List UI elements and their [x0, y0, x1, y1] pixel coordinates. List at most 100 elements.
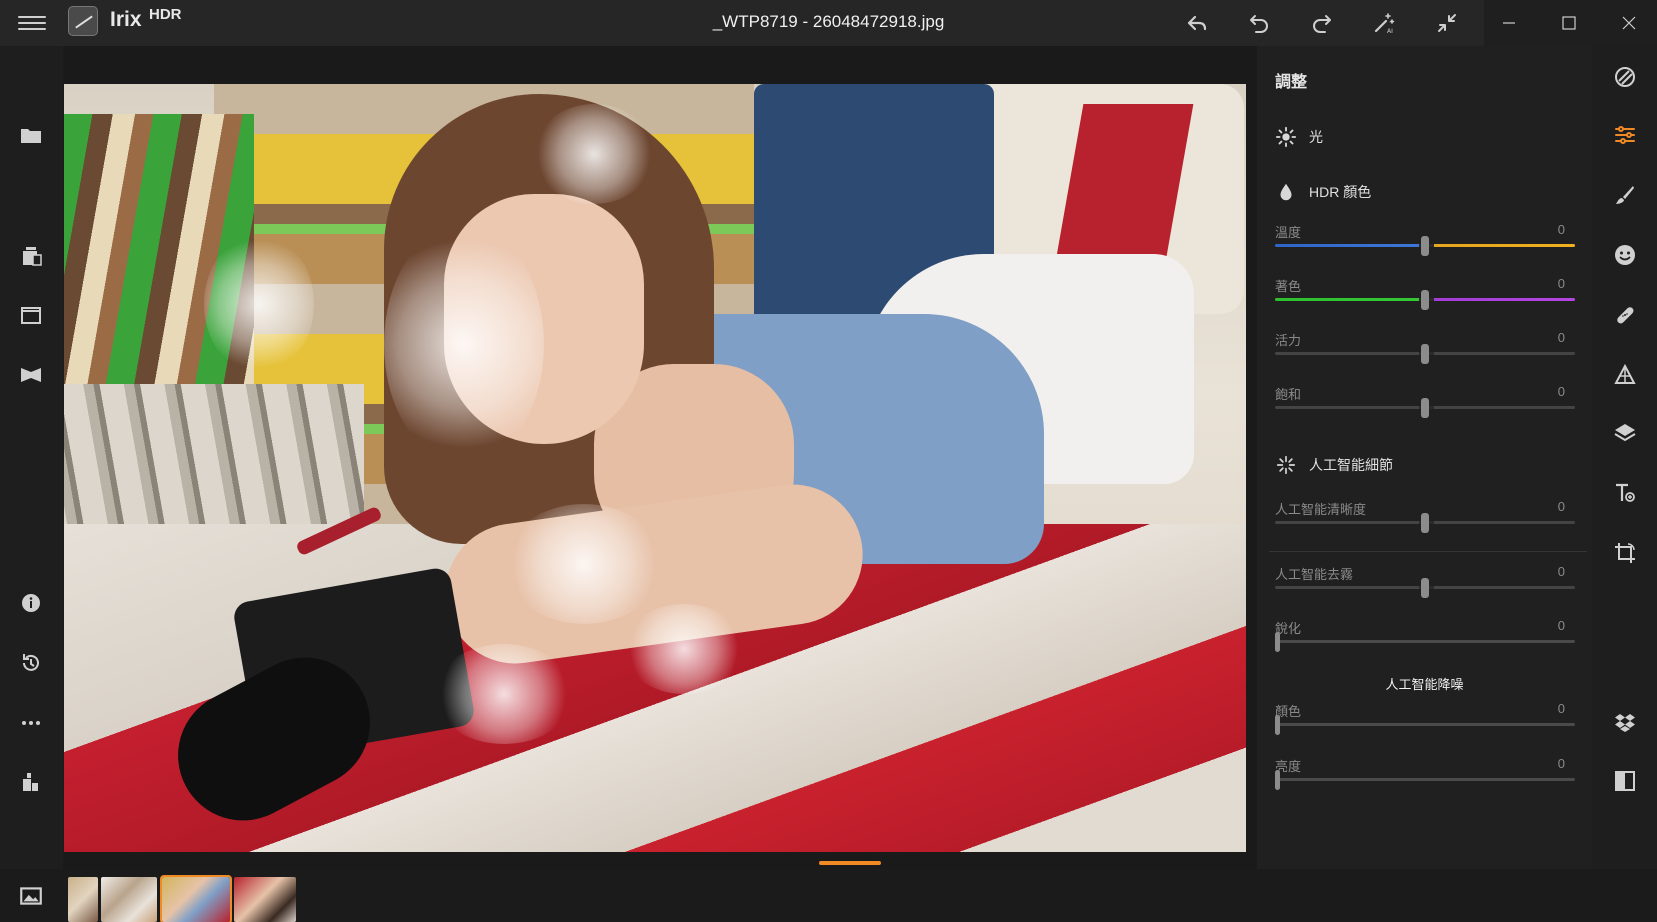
info-button[interactable]: [18, 590, 44, 616]
filmstrip-thumbnail[interactable]: [68, 877, 98, 922]
window-icon: [21, 307, 41, 324]
ai-clarity-slider[interactable]: 人工智能清晰度 0: [1275, 499, 1575, 543]
crop-icon: [1615, 543, 1635, 563]
ai-dehaze-thumb[interactable]: [1421, 578, 1429, 598]
history-icon: [23, 654, 39, 671]
window-controls: [1484, 0, 1657, 46]
heal-button[interactable]: [1612, 302, 1638, 328]
canvas-position-indicator: [819, 861, 881, 865]
brush-button[interactable]: [1612, 182, 1638, 208]
app-logo-icon: [68, 6, 98, 36]
text-icon: [1616, 483, 1635, 502]
temperature-label: 溫度: [1275, 225, 1302, 240]
filmstrip-thumbnail[interactable]: [234, 877, 296, 922]
collapse-icon: [1438, 14, 1456, 32]
more-button[interactable]: [18, 710, 44, 736]
collapse-button[interactable]: [1430, 8, 1464, 38]
saturation-slider[interactable]: 飽和 0: [1275, 384, 1575, 428]
denoise-color-thumb[interactable]: [1275, 715, 1280, 735]
denoise-color-value: 0: [1557, 701, 1565, 716]
window-button[interactable]: [18, 302, 44, 328]
ai-clarity-label: 人工智能清晰度: [1275, 502, 1367, 517]
temperature-thumb[interactable]: [1421, 236, 1429, 256]
filmstrip-thumbnail[interactable]: [101, 877, 157, 922]
batch-button[interactable]: [18, 242, 44, 268]
split-view-button[interactable]: [1612, 768, 1638, 794]
plugin-button[interactable]: [18, 768, 44, 794]
tint-value: 0: [1557, 276, 1565, 291]
image-canvas[interactable]: [63, 46, 1257, 869]
title-bar: Irix HDR _WTP8719 - 26048472918.jpg AI: [0, 0, 1657, 46]
close-button[interactable]: [1609, 8, 1649, 38]
vibrance-slider[interactable]: 活力 0: [1275, 330, 1575, 374]
photo-preview[interactable]: [64, 84, 1246, 852]
heal-icon: [1617, 307, 1634, 324]
more-icon: [22, 721, 40, 725]
tint-label: 著色: [1275, 279, 1302, 294]
plugin-icon: [23, 773, 38, 791]
denoise-luminance-track[interactable]: [1275, 778, 1575, 781]
maximize-button[interactable]: [1549, 8, 1589, 38]
sharpen-track[interactable]: [1275, 640, 1575, 643]
ai-clarity-thumb[interactable]: [1421, 513, 1429, 533]
undo-button[interactable]: [1242, 8, 1276, 38]
redo-icon: [1313, 15, 1331, 33]
filmstrip-toggle[interactable]: [18, 883, 44, 909]
image-icon: [20, 887, 42, 905]
sharpen-thumb[interactable]: [1275, 632, 1280, 652]
ai-detail-section-label: 人工智能細節: [1309, 457, 1393, 473]
filmstrip: [0, 869, 1657, 922]
vibrance-label: 活力: [1275, 333, 1302, 348]
app-sub-name: HDR: [149, 6, 182, 23]
hdr-color-section-header[interactable]: HDR 顏色: [1275, 181, 1371, 203]
tint-thumb[interactable]: [1421, 290, 1429, 310]
temperature-slider[interactable]: 溫度 0: [1275, 222, 1575, 266]
denoise-luminance-slider[interactable]: 亮度 0: [1275, 756, 1575, 800]
filmstrip-thumbnail-selected[interactable]: [160, 875, 232, 922]
sharpen-slider[interactable]: 銳化 0: [1275, 618, 1575, 662]
shapes-button[interactable]: [1612, 362, 1638, 388]
panel-divider: [1269, 551, 1587, 552]
ai-denoise-title: 人工智能降噪: [1385, 677, 1464, 692]
open-folder-button[interactable]: [18, 122, 44, 148]
saturation-value: 0: [1557, 384, 1565, 399]
face-button[interactable]: [1612, 242, 1638, 268]
history-button[interactable]: [18, 650, 44, 676]
ai-dehaze-slider[interactable]: 人工智能去霧 0: [1275, 564, 1575, 608]
svg-text:AI: AI: [1387, 28, 1393, 35]
panel-title: 調整: [1275, 74, 1308, 91]
vibrance-thumb[interactable]: [1421, 344, 1429, 364]
saturation-label: 飽和: [1275, 387, 1302, 402]
redo-button[interactable]: [1305, 8, 1339, 38]
ai-detail-section-header[interactable]: 人工智能細節: [1275, 454, 1393, 476]
layers-button[interactable]: [1612, 420, 1638, 446]
hamburger-menu-icon[interactable]: [18, 12, 46, 34]
text-button[interactable]: [1612, 480, 1638, 506]
compare-button[interactable]: [18, 362, 44, 388]
tint-slider[interactable]: 著色 0: [1275, 276, 1575, 320]
presets-button[interactable]: [1612, 64, 1638, 90]
close-icon: [1622, 16, 1636, 30]
denoise-color-slider[interactable]: 顏色 0: [1275, 701, 1575, 745]
ai-dehaze-label: 人工智能去霧: [1275, 567, 1354, 582]
split-view-icon: [1615, 771, 1635, 791]
crop-button[interactable]: [1612, 540, 1638, 566]
denoise-luminance-thumb[interactable]: [1275, 770, 1280, 790]
denoise-color-track[interactable]: [1275, 723, 1575, 726]
light-section-header[interactable]: 光: [1275, 126, 1323, 148]
minimize-button[interactable]: [1489, 8, 1529, 38]
saturation-thumb[interactable]: [1421, 398, 1429, 418]
back-button[interactable]: [1180, 8, 1214, 38]
shapes-icon: [1614, 363, 1636, 384]
app-name: Irix: [110, 8, 142, 31]
denoise-luminance-value: 0: [1557, 756, 1565, 771]
adjust-sliders-icon: [1615, 126, 1635, 144]
adjust-button[interactable]: [1612, 122, 1638, 148]
info-icon: [22, 594, 40, 612]
ai-auto-button[interactable]: AI: [1367, 8, 1401, 38]
ai-clarity-value: 0: [1557, 499, 1565, 514]
right-toolbar: [1592, 46, 1657, 869]
undo-icon: [1250, 15, 1268, 33]
drop-icon: [1280, 183, 1292, 201]
dropbox-button[interactable]: [1612, 710, 1638, 736]
